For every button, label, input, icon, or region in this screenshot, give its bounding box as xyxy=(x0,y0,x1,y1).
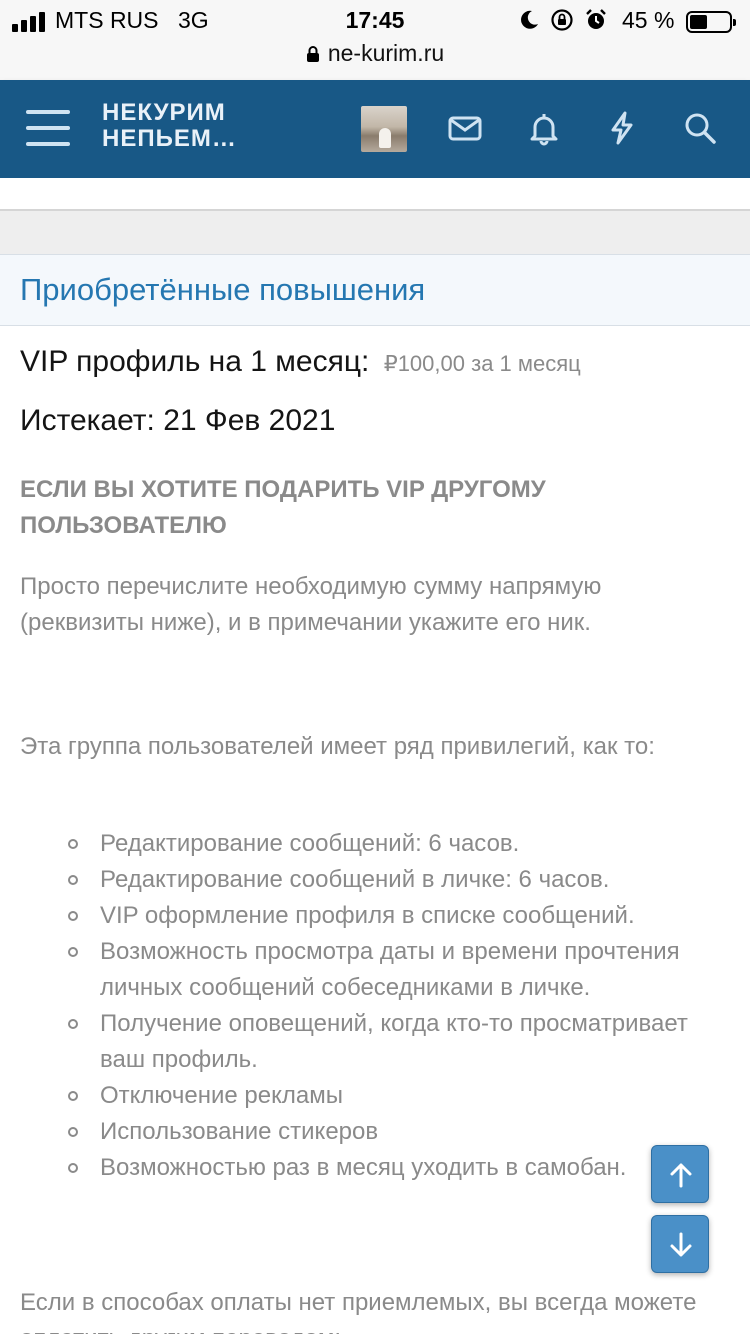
bullet-icon xyxy=(68,1019,78,1029)
bullet-icon xyxy=(68,1127,78,1137)
scroll-to-bottom-button[interactable] xyxy=(651,1215,709,1273)
mail-icon[interactable] xyxy=(447,110,483,146)
lightning-icon[interactable] xyxy=(604,110,640,146)
expiry-date: Истекает: 21 Фев 2021 xyxy=(20,404,336,437)
block-header: Приобретённые повышения xyxy=(0,254,750,326)
list-item: Получение оповещений, когда кто-то просм… xyxy=(68,1006,730,1078)
gift-text: Просто перечислите необходимую сумму нап… xyxy=(20,573,602,636)
bullet-icon xyxy=(68,875,78,885)
menu-icon[interactable] xyxy=(26,110,70,146)
logo-line-2: НЕПЬЕМ… xyxy=(102,125,237,152)
status-bar: MTS RUS 3G 17:45 45 % ne-kurim.ru xyxy=(0,0,750,80)
arrow-up-icon xyxy=(670,1163,692,1188)
moon-icon xyxy=(521,10,538,29)
header-spacer xyxy=(0,178,750,210)
bell-icon[interactable] xyxy=(526,110,562,146)
scroll-to-top-button[interactable] xyxy=(651,1145,709,1203)
list-item: Редактирование сообщений: 6 часов. xyxy=(68,826,730,862)
site-header: НЕКУРИМ НЕПЬЕМ… xyxy=(0,80,750,178)
list-item: Использование стикеров xyxy=(68,1114,730,1150)
alarm-icon xyxy=(586,9,606,29)
vip-label: VIP профиль на 1 месяц: xyxy=(20,345,370,378)
page-title: Приобретённые повышения xyxy=(20,272,426,307)
avatar[interactable] xyxy=(361,106,407,152)
battery-icon xyxy=(686,11,736,33)
site-logo[interactable]: НЕКУРИМ НЕПЬЕМ… xyxy=(102,100,237,152)
gift-heading: ЕСЛИ ВЫ ХОТИТЕ ПОДАРИТЬ VIP ДРУГОМУ ПОЛЬ… xyxy=(20,476,546,539)
privileges-intro: Эта группа пользователей имеет ряд приви… xyxy=(20,733,655,760)
rotation-lock-icon xyxy=(551,9,573,31)
arrow-down-icon xyxy=(670,1232,692,1257)
vip-upgrade-row: VIP профиль на 1 месяц: ₽100,00 за 1 мес… xyxy=(20,345,581,379)
list-item: Возможностью раз в месяц уходить в самоб… xyxy=(68,1150,730,1186)
bullet-icon xyxy=(68,1091,78,1101)
lock-icon xyxy=(306,46,319,62)
logo-line-1: НЕКУРИМ xyxy=(102,99,226,126)
bullet-icon xyxy=(68,1163,78,1173)
privileges-list: Редактирование сообщений: 6 часов. Редак… xyxy=(68,826,730,1186)
vip-price: ₽100,00 за 1 месяц xyxy=(383,351,581,376)
list-item: VIP оформление профиля в списке сообщени… xyxy=(68,898,730,934)
bullet-icon xyxy=(68,911,78,921)
search-icon[interactable] xyxy=(682,110,718,146)
url-text: ne-kurim.ru xyxy=(327,40,445,66)
list-item: Отключение рекламы xyxy=(68,1078,730,1114)
breadcrumb-strip xyxy=(0,211,750,254)
battery-percentage: 45 % xyxy=(622,7,675,33)
bullet-icon xyxy=(68,839,78,849)
bullet-icon xyxy=(68,947,78,957)
list-item: Возможность просмотра даты и времени про… xyxy=(68,934,730,1006)
payment-note: Если в способах оплаты нет приемлемых, в… xyxy=(20,1289,697,1334)
list-item: Редактирование сообщений в личке: 6 часо… xyxy=(68,862,730,898)
address-bar[interactable]: ne-kurim.ru xyxy=(0,40,750,67)
